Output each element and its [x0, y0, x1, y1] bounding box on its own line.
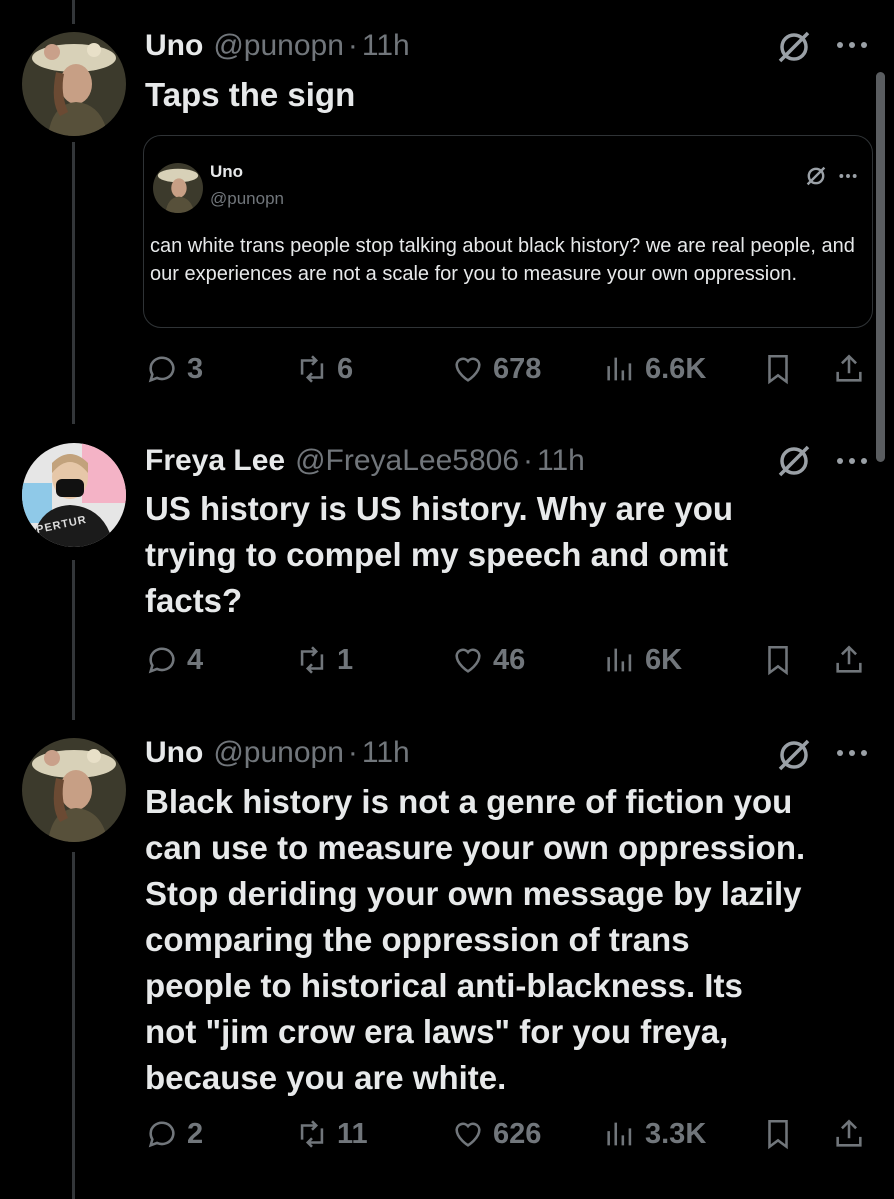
- bookmark-button[interactable]: [761, 349, 803, 389]
- reply-button[interactable]: 3: [145, 349, 203, 389]
- share-icon: [836, 645, 862, 673]
- share-icon: [836, 354, 862, 382]
- reply-count: 4: [187, 643, 204, 676]
- retweet-count: 1: [337, 643, 354, 676]
- quote-avatar: [153, 163, 203, 213]
- separator: ·: [347, 736, 358, 769]
- retweet-button[interactable]: 11: [295, 1114, 368, 1154]
- views-count: 6.6K: [645, 352, 707, 385]
- grok-icon[interactable]: [804, 164, 828, 188]
- retweet-button[interactable]: 6: [295, 349, 353, 389]
- avatar[interactable]: PERTUR: [22, 443, 126, 547]
- quote-display-name: Uno: [210, 162, 244, 181]
- quote-text: can white trans people stop talking abou…: [150, 235, 855, 285]
- thread-line: [72, 560, 75, 720]
- bookmark-button[interactable]: [761, 1114, 803, 1154]
- action-bar: 3 6 678 6.6K: [145, 349, 875, 389]
- like-icon: [455, 357, 481, 382]
- share-button[interactable]: [832, 1114, 874, 1154]
- grok-icon[interactable]: [774, 27, 814, 67]
- thread-line: [72, 142, 75, 424]
- tweet-text: Black history is not a genre of fiction …: [145, 783, 806, 1096]
- reply-count: 2: [187, 1117, 204, 1150]
- reply-icon: [148, 647, 175, 674]
- separator: ·: [347, 29, 358, 62]
- reply-button[interactable]: 4: [145, 640, 203, 680]
- retweet-count: 11: [337, 1117, 368, 1150]
- separator: ·: [523, 444, 534, 477]
- display-name[interactable]: Uno: [145, 736, 203, 770]
- share-icon: [836, 1119, 862, 1147]
- quote-user-handle: @punopn: [210, 189, 284, 208]
- display-name[interactable]: Freya Lee: [145, 444, 285, 478]
- timestamp[interactable]: 11h: [362, 736, 410, 770]
- tweet-header: Freya Lee @FreyaLee5806 · 11h: [145, 439, 585, 483]
- views-button[interactable]: 6.6K: [603, 349, 706, 389]
- quoted-tweet[interactable]: Uno @punopn can white trans people stop …: [143, 135, 873, 328]
- share-button[interactable]: [832, 640, 874, 680]
- display-name[interactable]: Uno: [145, 29, 203, 63]
- user-handle[interactable]: @punopn: [213, 736, 344, 770]
- timestamp[interactable]: 11h: [362, 29, 410, 63]
- retweet-icon: [300, 355, 324, 383]
- more-icon[interactable]: [838, 172, 858, 180]
- reply-icon: [148, 356, 175, 383]
- share-button[interactable]: [832, 349, 874, 389]
- bookmark-icon: [768, 645, 788, 676]
- views-icon: [607, 1122, 632, 1146]
- views-icon: [607, 357, 632, 381]
- like-button[interactable]: 626: [451, 1114, 541, 1154]
- like-count: 678: [493, 352, 542, 385]
- views-icon: [607, 648, 632, 672]
- thread-line: [72, 0, 75, 24]
- views-button[interactable]: 3.3K: [603, 1114, 706, 1154]
- grok-icon[interactable]: [774, 735, 814, 775]
- like-button[interactable]: 678: [451, 349, 541, 389]
- thread-line: [72, 852, 75, 1199]
- grok-icon[interactable]: [774, 441, 814, 481]
- tweet-text: Taps the sign: [145, 76, 356, 113]
- avatar[interactable]: [22, 32, 126, 136]
- tweet-header: Uno @punopn · 11h: [145, 24, 410, 68]
- tweet-header: Uno @punopn · 11h: [145, 731, 410, 775]
- user-handle[interactable]: @FreyaLee5806: [295, 444, 519, 478]
- views-count: 6K: [645, 643, 683, 676]
- reply-count: 3: [187, 352, 204, 385]
- avatar[interactable]: [22, 738, 126, 842]
- like-button[interactable]: 46: [451, 640, 525, 680]
- tweet-text: US history is US history. Why are you tr…: [145, 490, 734, 619]
- bookmark-icon: [768, 354, 788, 385]
- action-bar: 2 11 626 3.3K: [145, 1114, 875, 1154]
- retweet-count: 6: [337, 352, 354, 385]
- reply-button[interactable]: 2: [145, 1114, 203, 1154]
- like-icon: [455, 1122, 481, 1147]
- views-count: 3.3K: [645, 1117, 707, 1150]
- retweet-icon: [300, 646, 324, 674]
- scrollbar[interactable]: [876, 72, 885, 462]
- like-count: 46: [493, 643, 526, 676]
- reply-icon: [148, 1121, 175, 1148]
- retweet-button[interactable]: 1: [295, 640, 353, 680]
- views-button[interactable]: 6K: [603, 640, 682, 680]
- like-count: 626: [493, 1117, 542, 1150]
- timestamp[interactable]: 11h: [537, 444, 585, 478]
- bookmark-icon: [768, 1119, 788, 1150]
- retweet-icon: [300, 1120, 324, 1148]
- more-icon[interactable]: [834, 455, 870, 467]
- user-handle[interactable]: @punopn: [213, 29, 344, 63]
- like-icon: [455, 648, 481, 673]
- more-icon[interactable]: [834, 39, 870, 51]
- bookmark-button[interactable]: [761, 640, 803, 680]
- action-bar: 4 1 46 6K: [145, 640, 875, 680]
- more-icon[interactable]: [834, 747, 870, 759]
